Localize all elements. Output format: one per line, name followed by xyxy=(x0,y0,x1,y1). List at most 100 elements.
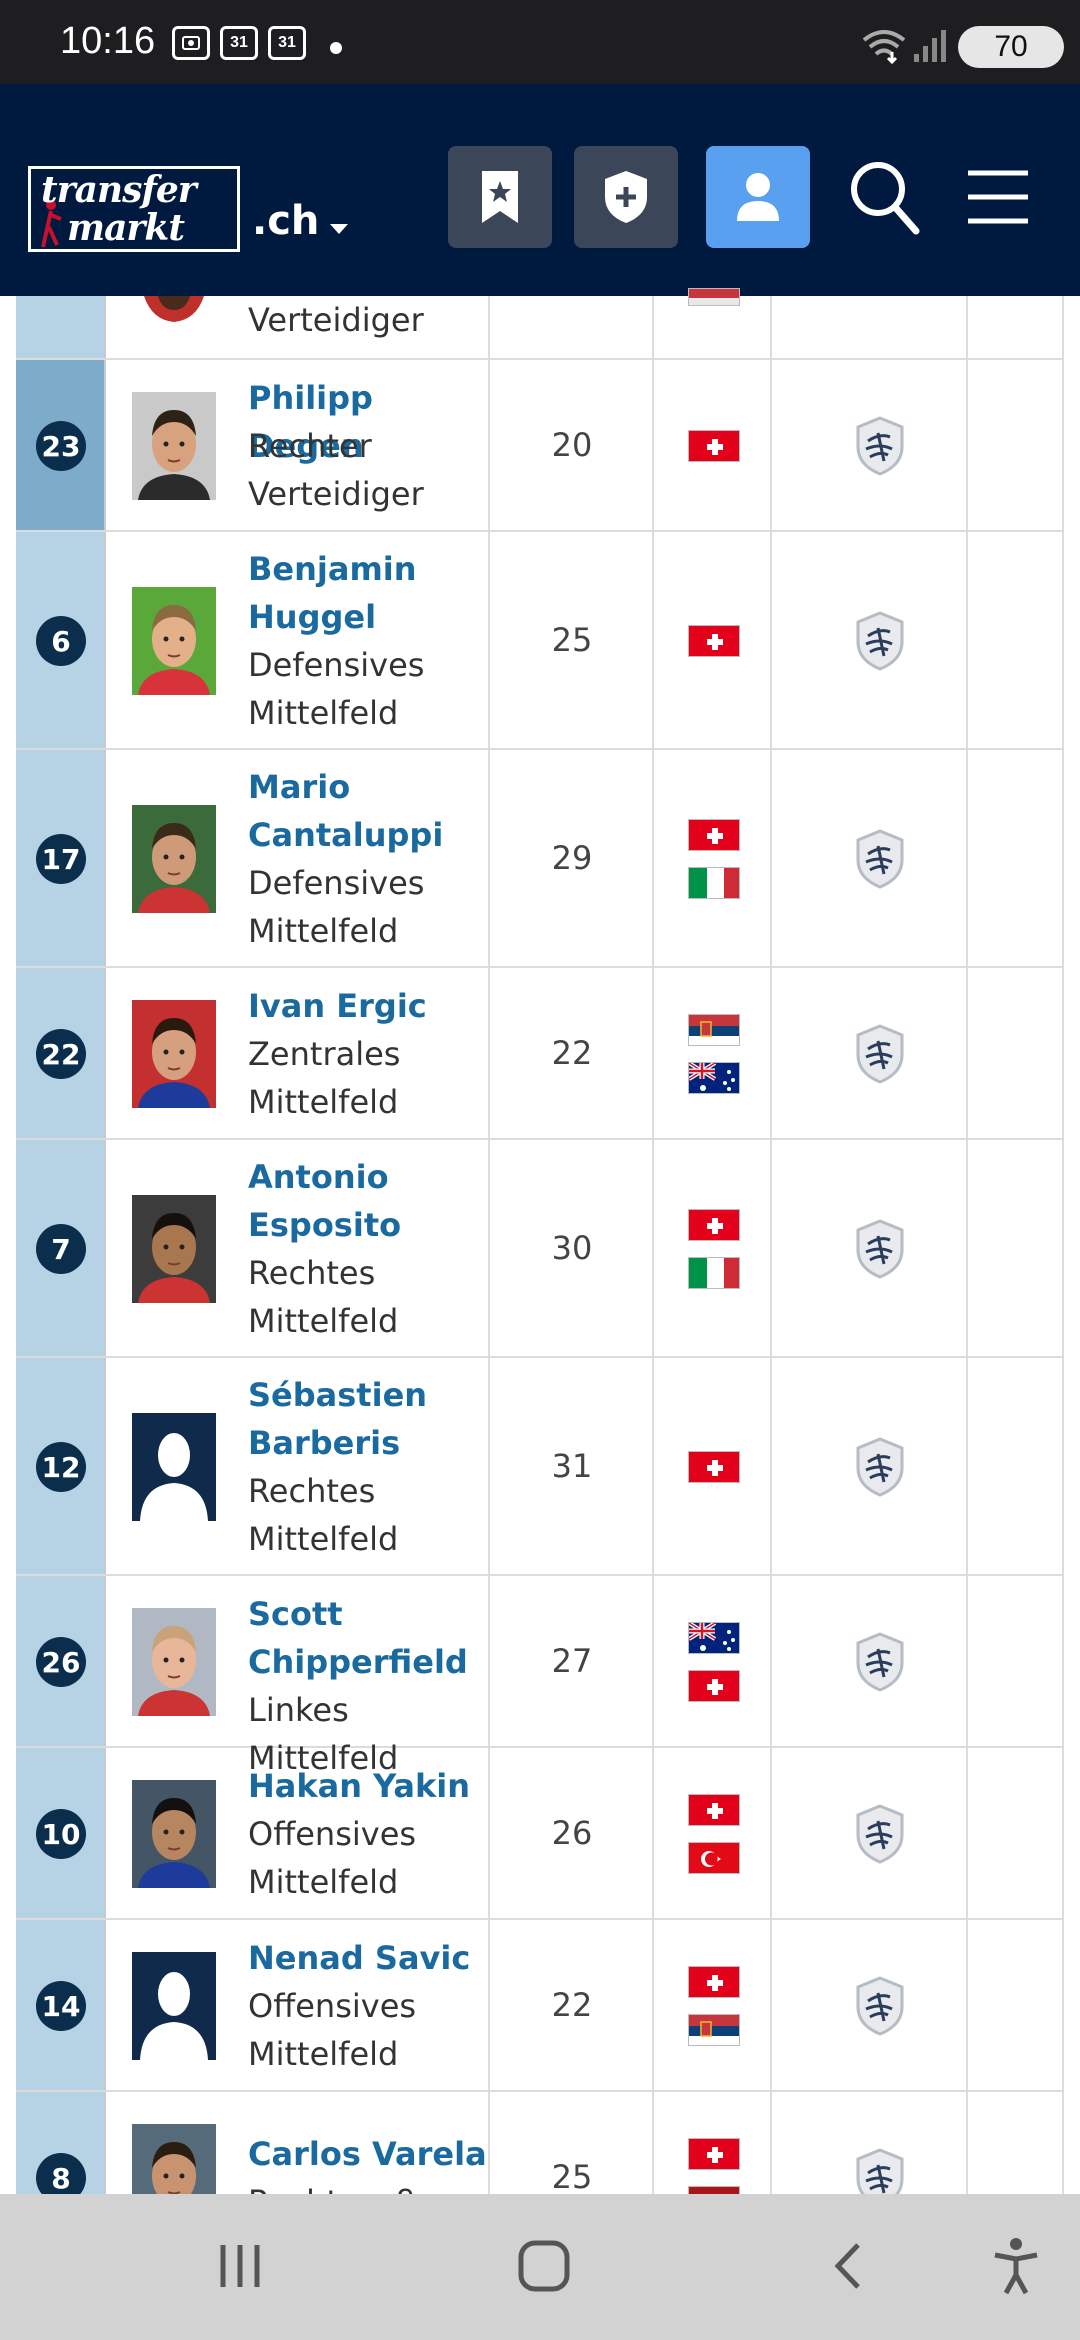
player-photo xyxy=(132,1000,216,1108)
player-name-link[interactable]: Esposito xyxy=(248,1201,488,1249)
number-cell: 12 xyxy=(16,1358,106,1574)
player-cell: Philipp Degen Rechter Verteidiger xyxy=(108,360,490,530)
age-cell: 29 xyxy=(492,750,654,966)
club-crest-icon[interactable] xyxy=(854,415,906,477)
player-photo xyxy=(132,1413,216,1521)
age-cell: 20 xyxy=(492,360,654,530)
player-position: Offensives xyxy=(248,1987,417,2025)
nationality-cell xyxy=(656,1358,772,1574)
number-cell: 26 xyxy=(16,1576,106,1746)
flag-ch-icon xyxy=(688,1966,740,1998)
player-name-link[interactable]: Ivan Ergic xyxy=(248,982,488,1030)
player-name-link[interactable]: Sébastien xyxy=(248,1371,488,1419)
flag-it-icon xyxy=(688,1257,740,1289)
age-cell: 27 xyxy=(492,1576,654,1746)
navigation-bar xyxy=(0,2194,1080,2340)
player-name-link[interactable]: Cantaluppi xyxy=(248,811,488,859)
nationality-cell xyxy=(656,968,772,1138)
flag-au-icon xyxy=(688,1622,740,1654)
player-cell: Ivan Ergic Zentrales Mittelfeld xyxy=(108,968,490,1138)
flag-tr-icon xyxy=(688,1842,740,1874)
domain-selector[interactable]: .ch xyxy=(252,198,319,244)
transfermarkt-logo[interactable]: transfer markt xyxy=(28,166,240,252)
home-button[interactable] xyxy=(504,2234,584,2298)
recent-apps-button[interactable] xyxy=(200,2234,280,2298)
table-row: 6 Benjamin Huggel Defensives Mittelfeld 25 xyxy=(16,532,1064,750)
age-cell: 22 xyxy=(492,968,654,1138)
number-cell: 14 xyxy=(16,1920,106,2090)
player-position: Verteidiger xyxy=(248,301,424,339)
search-button[interactable] xyxy=(832,146,936,248)
table-row: 14 Nenad Savic Offensives Mittelfeld 22 xyxy=(16,1920,1064,2092)
table-row: 22 Ivan Ergic Zentrales Mittelfeld 22 xyxy=(16,968,1064,1140)
player-name-link[interactable]: Benjamin xyxy=(248,545,488,593)
accessibility-icon xyxy=(994,2238,1038,2295)
club-cell xyxy=(774,1140,968,1356)
back-button[interactable] xyxy=(808,2234,888,2298)
club-crest-icon[interactable] xyxy=(854,1023,906,1085)
shirt-number-badge: 17 xyxy=(36,834,86,884)
player-name-link[interactable]: Hakan Yakin xyxy=(248,1762,488,1810)
club-crest-icon[interactable] xyxy=(854,828,906,890)
table-row: 7 Antonio Esposito Rechtes Mittelfeld 30 xyxy=(16,1140,1064,1358)
player-name-link[interactable]: Chipperfield xyxy=(248,1638,488,1686)
club-crest-icon[interactable] xyxy=(854,1436,906,1498)
user-icon xyxy=(737,173,779,221)
club-cell xyxy=(774,296,968,358)
profile-button[interactable] xyxy=(706,146,810,248)
club-crest-icon[interactable] xyxy=(854,1631,906,1693)
club-crest-icon[interactable] xyxy=(854,1803,906,1865)
flag-au-icon xyxy=(688,1062,740,1094)
extra-cell xyxy=(970,1140,1064,1356)
age-cell: 31 xyxy=(492,1358,654,1574)
accessibility-button[interactable] xyxy=(976,2234,1056,2298)
watchlist-button[interactable] xyxy=(448,146,552,248)
chevron-down-icon[interactable] xyxy=(330,224,348,234)
flag-ch-icon xyxy=(688,1794,740,1826)
player-cell: Antonio Esposito Rechtes Mittelfeld xyxy=(108,1140,490,1356)
extra-cell xyxy=(970,1920,1064,2090)
club-button[interactable] xyxy=(574,146,678,248)
shirt-number-badge: 7 xyxy=(36,1224,86,1274)
shirt-number-badge: 26 xyxy=(36,1637,86,1687)
club-crest-icon[interactable] xyxy=(854,1975,906,2037)
player-name-link[interactable]: Antonio xyxy=(248,1153,488,1201)
shirt-number-badge: 22 xyxy=(36,1029,86,1079)
player-photo xyxy=(132,805,216,913)
nationality-cell xyxy=(656,288,772,358)
flag-ch-icon xyxy=(688,1670,740,1702)
extra-cell xyxy=(970,750,1064,966)
nationality-cell xyxy=(656,532,772,748)
player-name-link[interactable]: Carlos Varela xyxy=(248,2130,488,2178)
flag-icon xyxy=(688,288,740,306)
shirt-number-badge: 10 xyxy=(36,1809,86,1859)
player-name-link[interactable]: Scott xyxy=(248,1590,488,1638)
bookmark-icon xyxy=(482,171,518,223)
number-cell: 6 xyxy=(16,532,106,748)
player-position: Mittelfeld xyxy=(248,1863,399,1901)
player-name-link[interactable]: Mario xyxy=(248,763,488,811)
player-position: Rechter xyxy=(248,427,372,465)
club-crest-icon[interactable] xyxy=(854,610,906,672)
flag-rs-icon xyxy=(688,2014,740,2046)
calendar-icon: 31 xyxy=(220,26,258,60)
club-cell xyxy=(774,1748,968,1918)
player-name-link[interactable]: Nenad Savic xyxy=(248,1934,488,1982)
club-cell xyxy=(774,1576,968,1746)
player-position: Zentrales xyxy=(248,1035,401,1073)
menu-button[interactable] xyxy=(946,146,1050,248)
flag-rs-icon xyxy=(688,1014,740,1046)
number-cell: 17 xyxy=(16,750,106,966)
age-cell: 22 xyxy=(492,1920,654,2090)
player-photo xyxy=(132,392,216,500)
club-crest-icon[interactable] xyxy=(854,1218,906,1280)
player-position: Rechtes xyxy=(248,1472,376,1510)
player-position: Mittelfeld xyxy=(248,694,399,732)
player-name-link[interactable]: Barberis xyxy=(248,1419,488,1467)
notification-icons: 31 31 xyxy=(172,26,306,60)
number-cell xyxy=(16,296,106,358)
logo-text-transfer: transfer xyxy=(41,169,197,211)
wifi-icon xyxy=(862,28,906,68)
player-name-link[interactable]: Huggel xyxy=(248,593,488,641)
extra-cell xyxy=(970,1358,1064,1574)
